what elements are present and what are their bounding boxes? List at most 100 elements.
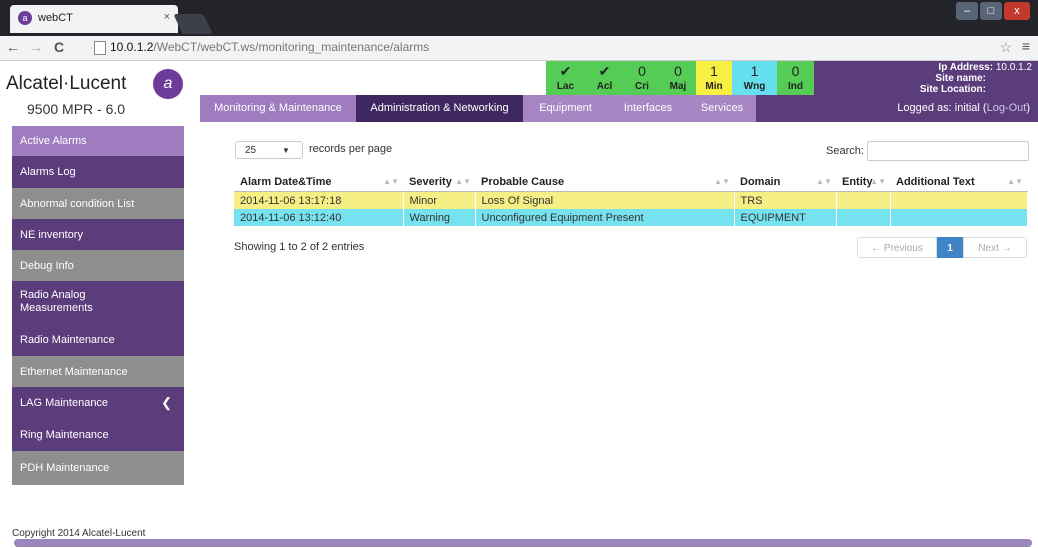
alarm-tile-value: 0 (791, 63, 800, 79)
browser-tab[interactable]: a webCT × (10, 5, 178, 33)
column-header-severity[interactable]: Severity ▲▼ (403, 173, 475, 192)
browser-menu-icon[interactable]: ≡ (1022, 38, 1030, 54)
sidebar-item-label: Abnormal condition List (20, 198, 135, 210)
alarm-tile-acl[interactable]: ✔ Acl (585, 61, 624, 95)
sidebar-item-ne-inventory[interactable]: NE inventory (12, 219, 184, 250)
alarm-tile-cri[interactable]: 0 Cri (624, 61, 660, 95)
column-header-probable-cause[interactable]: Probable Cause ▲▼ (475, 173, 734, 192)
menu-equipment[interactable]: Equipment (523, 95, 608, 122)
alarm-tile-wng[interactable]: 1 Wng (732, 61, 777, 95)
site-location-label: Site Location: (919, 84, 986, 95)
cell-date: 2014-11-06 13:12:40 (234, 209, 404, 226)
sidebar-item-radio-maintenance[interactable]: Radio Maintenance (12, 324, 184, 356)
alarm-tile-label: Ind (788, 81, 803, 92)
minimize-button[interactable]: – (956, 2, 978, 20)
site-name-label: Site name: (935, 73, 986, 84)
sidebar-item-label: Active Alarms (20, 135, 87, 147)
sidebar-item-label: Ring Maintenance (20, 429, 109, 441)
close-window-button[interactable]: x (1004, 2, 1030, 20)
cell-entity (836, 191, 891, 209)
copyright: Copyright 2014 Alcatel-Lucent (12, 528, 146, 539)
sort-icon: ▲▼ (455, 177, 471, 186)
table-row[interactable]: 2014-11-06 13:12:40 Warning Unconfigured E… (234, 209, 1028, 226)
sidebar-item-label: Alarms Log (20, 166, 76, 178)
cell-entity (836, 209, 891, 226)
cell-date: 2014-11-06 13:17:18 (234, 191, 404, 209)
url-field[interactable]: 10.0.1.2/WebCT/webCT.ws/monitoring_maint… (94, 38, 1012, 56)
url-host: 10.0.1.2 (110, 40, 154, 54)
tab-title: webCT (38, 12, 73, 24)
maximize-button[interactable]: □ (980, 2, 1002, 20)
cell-cause: Unconfigured Equipment Present (475, 209, 735, 226)
page-size-value: 25 (245, 145, 257, 156)
column-label: Domain (740, 176, 781, 188)
page-size-select[interactable]: 25 ▼ (235, 141, 303, 159)
table-header-row: Alarm Date&Time ▲▼ Severity ▲▼ Probable Ca… (234, 173, 1027, 192)
ip-label: Ip Address: (938, 62, 994, 73)
column-header-additional-text[interactable]: Additional Text ▲▼ (890, 173, 1027, 192)
brand-area: Alcatel·Lucent a 9500 MPR - 6.0 (0, 61, 200, 122)
sidebar-item-ring-maintenance[interactable]: Ring Maintenance (12, 419, 184, 451)
sidebar-item-radio-analog-measurements[interactable]: Radio Analog Measurements (12, 281, 184, 324)
sidebar: Active Alarms Alarms Log Abnormal condit… (12, 126, 184, 485)
next-page-button[interactable]: Next → (963, 237, 1027, 258)
reload-icon[interactable]: C (54, 39, 64, 55)
back-icon[interactable]: ← (6, 39, 20, 55)
alarm-tile-maj[interactable]: 0 Maj (660, 61, 696, 95)
column-label: Probable Cause (481, 176, 565, 188)
caret-down-icon: ▼ (282, 146, 290, 155)
site-info: Ip Address: 10.0.1.2 Site name: Site Loc… (862, 61, 1038, 95)
sidebar-item-abnormal-condition-list[interactable]: Abnormal condition List (12, 188, 184, 219)
ip-value: 10.0.1.2 (995, 62, 1032, 73)
sidebar-item-label: Radio Maintenance (20, 334, 115, 346)
forward-icon[interactable]: → (29, 39, 43, 55)
alarm-tile-ind[interactable]: 0 Ind (777, 61, 814, 95)
alarm-tile-value: 0 (674, 63, 682, 79)
sidebar-item-label: Radio Analog Measurements (20, 289, 93, 314)
product-version: 9500 MPR - 6.0 (27, 101, 126, 117)
column-header-entity[interactable]: Entity ▲▼ (836, 173, 890, 192)
close-tab-icon[interactable]: × (164, 11, 170, 23)
horizontal-scrollbar[interactable] (14, 539, 1032, 547)
column-header-domain[interactable]: Domain ▲▼ (734, 173, 836, 192)
menu-services[interactable]: Services (688, 95, 756, 122)
previous-page-button[interactable]: ← Previous (857, 237, 937, 258)
menu-interfaces[interactable]: Interfaces (608, 95, 688, 122)
menu-monitoring-maintenance[interactable]: Monitoring & Maintenance (200, 95, 356, 122)
alarm-tile-value: ✔ (559, 63, 572, 79)
window-titlebar: a webCT × – □ x (0, 0, 1038, 36)
sidebar-item-label: Ethernet Maintenance (20, 366, 128, 378)
brand-name: Alcatel·Lucent (6, 73, 127, 94)
page-1-button[interactable]: 1 (937, 237, 963, 258)
sidebar-item-ethernet-maintenance[interactable]: Ethernet Maintenance (12, 356, 184, 387)
alarm-tile-label: Min (705, 81, 723, 92)
sidebar-item-lag-maintenance[interactable]: LAG Maintenance ❮ (12, 387, 184, 419)
cell-additional (890, 209, 1028, 226)
column-label: Entity (842, 176, 873, 188)
sidebar-item-pdh-maintenance[interactable]: PDH Maintenance (12, 451, 184, 485)
chevron-left-icon: ❮ (161, 395, 172, 410)
sort-icon: ▲▼ (383, 177, 399, 186)
menu-administration-networking[interactable]: Administration & Networking (356, 95, 523, 122)
sidebar-item-alarms-log[interactable]: Alarms Log (12, 156, 184, 188)
sidebar-item-active-alarms[interactable]: Active Alarms (12, 126, 184, 156)
bookmark-star-icon[interactable]: ☆ (999, 39, 1012, 56)
alarm-tile-label: Cri (635, 81, 649, 92)
search-input[interactable] (867, 141, 1029, 161)
cell-domain: EQUIPMENT (734, 209, 837, 226)
alarm-tile-value: 1 (750, 63, 759, 79)
cell-severity: Warning (403, 209, 476, 226)
alarm-tile-value: ✔ (598, 63, 611, 79)
alarm-tile-label: Acl (596, 81, 613, 92)
logout-link[interactable]: Log-Out (987, 102, 1027, 114)
table-row[interactable]: 2014-11-06 13:17:18 Minor Loss Of Signal TR… (234, 191, 1028, 209)
search-label: Search: (826, 145, 864, 157)
sidebar-item-debug-info[interactable]: Debug Info (12, 250, 184, 281)
alarm-tile-lac[interactable]: ✔ Lac (546, 61, 585, 95)
records-per-page-label: records per page (309, 143, 393, 155)
cell-domain: TRS (734, 191, 837, 209)
alarm-tile-min[interactable]: 1 Min (696, 61, 732, 95)
column-header-date[interactable]: Alarm Date&Time ▲▼ (234, 173, 403, 192)
new-tab-button[interactable] (173, 14, 213, 34)
table-info: Showing 1 to 2 of 2 entries (234, 241, 365, 253)
